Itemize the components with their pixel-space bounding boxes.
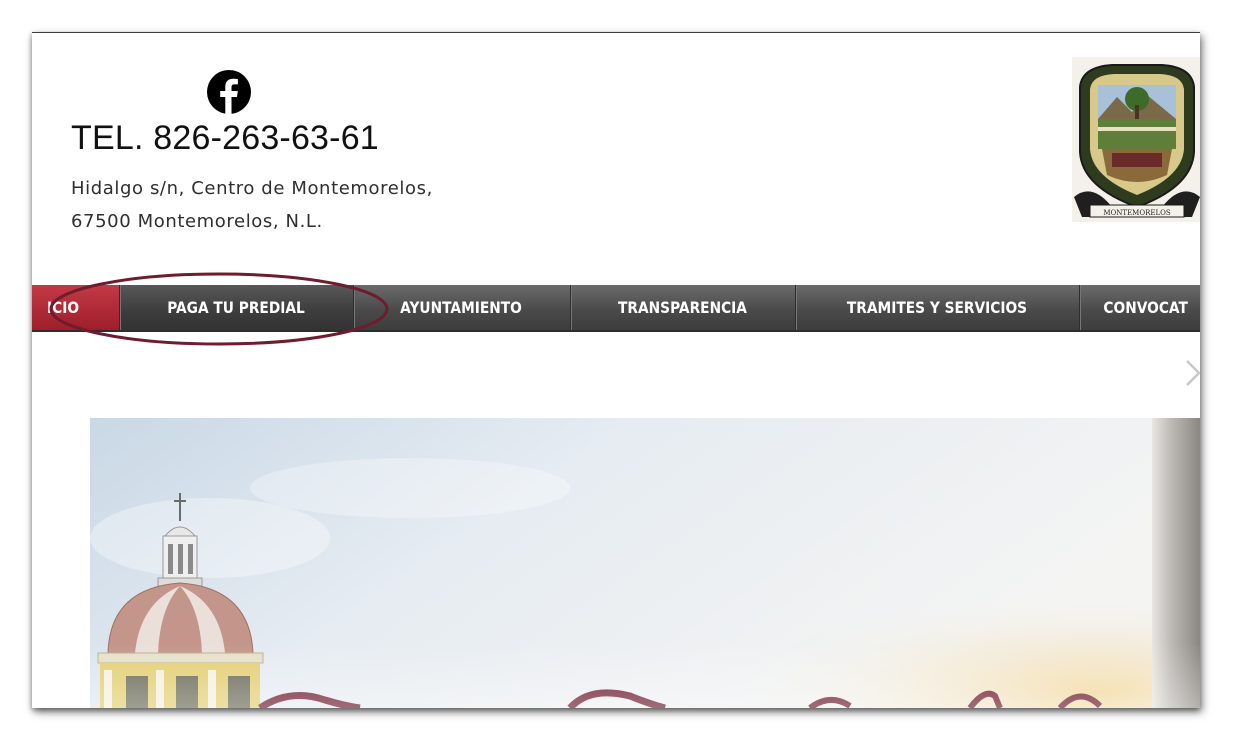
phone-number: TEL. 826-263-63-61: [71, 119, 379, 157]
address: Hidalgo s/n, Centro de Montemorelos, 675…: [71, 172, 433, 238]
main-nav: ICIO PAGA TU PREDIAL AYUNTAMIENTO TRANSP…: [32, 285, 1200, 332]
municipal-seal-icon[interactable]: MONTEMORELOS: [1072, 57, 1200, 222]
browser-viewport: TEL. 826-263-63-61 Hidalgo s/n, Centro d…: [32, 32, 1200, 708]
chevron-right-icon[interactable]: [1182, 358, 1200, 388]
nav-item-convocatorias[interactable]: CONVOCAT: [1103, 285, 1200, 330]
address-line-1: Hidalgo s/n, Centro de Montemorelos,: [71, 178, 433, 199]
nav-separator: [119, 285, 120, 330]
nav-item-ayuntamiento[interactable]: AYUNTAMIENTO: [368, 285, 554, 330]
nav-item-tramites-y-servicios[interactable]: TRAMITES Y SERVICIOS: [815, 285, 1059, 330]
facebook-icon[interactable]: [207, 70, 251, 114]
svg-text:MONTEMORELOS: MONTEMORELOS: [1103, 209, 1170, 217]
nav-item-transparencia[interactable]: TRANSPARENCIA: [586, 285, 780, 330]
nav-separator: [570, 285, 571, 330]
nav-item-inicio[interactable]: ICIO: [32, 285, 102, 330]
hero-slider-image: [90, 418, 1152, 708]
nav-separator: [353, 285, 354, 330]
hero-image: [90, 418, 1152, 708]
nav-item-paga-tu-predial[interactable]: PAGA TU PREDIAL: [135, 285, 336, 330]
next-slide-preview: [1152, 418, 1200, 708]
nav-separator: [1079, 285, 1080, 330]
nav-separator: [795, 285, 796, 330]
address-line-2: 67500 Montemorelos, N.L.: [71, 211, 323, 232]
